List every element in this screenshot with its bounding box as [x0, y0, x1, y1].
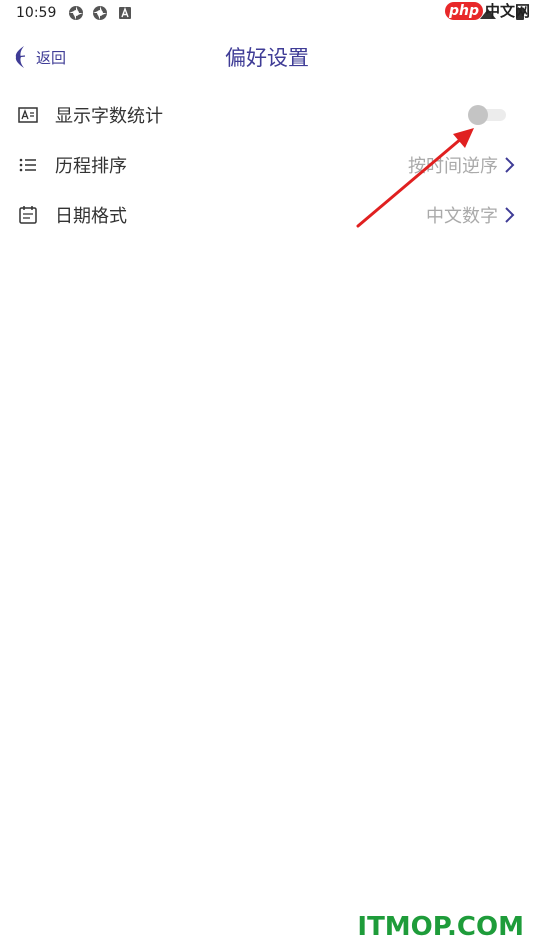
status-time: 10:59 [16, 5, 57, 21]
setting-row-date-format[interactable]: 日期格式 中文数字 [0, 190, 534, 240]
calendar-icon [19, 206, 37, 224]
word-count-icon [18, 107, 38, 123]
setting-value: 中文数字 [426, 206, 498, 227]
setting-label: 历程排序 [55, 156, 127, 177]
setting-row-word-count[interactable]: 显示字数统计 [0, 90, 534, 140]
watermark-php: php [444, 2, 483, 20]
setting-row-history-sort[interactable]: 历程排序 按时间逆序 [0, 140, 534, 190]
list-icon [19, 158, 36, 172]
settings-list: 显示字数统计 历程排序 按时间逆序 日期格式 中文数字 [0, 90, 534, 240]
watermark-top: php 中文网 [441, 0, 534, 22]
chevron-right-icon [505, 157, 515, 173]
setting-label: 显示字数统计 [55, 106, 163, 127]
setting-label: 日期格式 [55, 206, 127, 227]
aperture-icon [69, 6, 83, 20]
watermark-cn: 中文网 [484, 2, 530, 20]
header: 返回 偏好设置 [0, 34, 534, 80]
screen: 10:59 php 中文网 返回 偏好设置 显示字数统计 历程排序 按时间逆序 … [0, 0, 534, 950]
notification-a-icon [119, 7, 131, 19]
watermark-bottom: ITMOP.COM [357, 912, 524, 942]
chevron-right-icon [505, 207, 515, 223]
page-title: 偏好设置 [225, 46, 309, 70]
toggle-thumb [468, 105, 488, 125]
setting-value: 按时间逆序 [408, 156, 498, 177]
word-count-toggle[interactable] [468, 105, 506, 125]
aperture-icon [93, 6, 107, 20]
